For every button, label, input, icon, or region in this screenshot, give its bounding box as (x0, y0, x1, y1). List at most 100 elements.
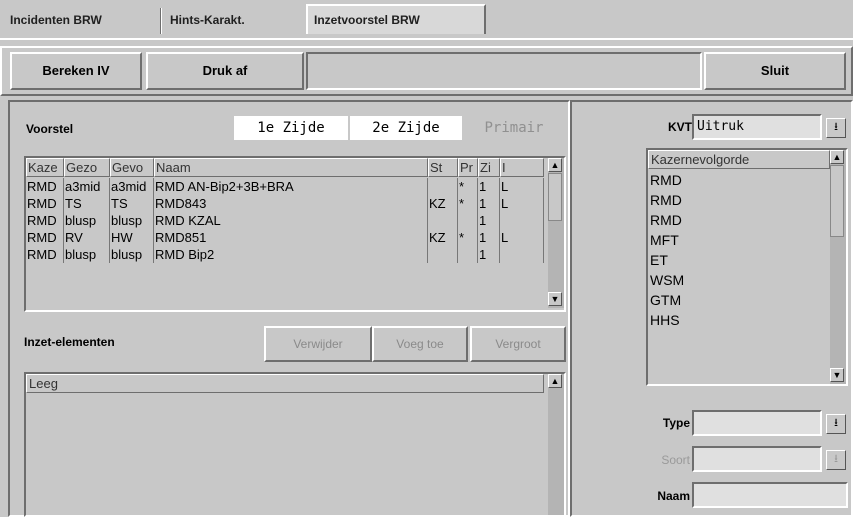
cell-i (500, 246, 544, 263)
cell-kaze: RMD (26, 229, 64, 246)
col-pr[interactable]: Pr (458, 158, 478, 177)
voorstel-title: Voorstel (26, 122, 74, 136)
voorstel-scrollbar[interactable]: ▲ ▼ (548, 158, 564, 308)
type-dropdown-icon[interactable]: ⭳ (826, 414, 846, 434)
naam-field[interactable] (692, 482, 848, 508)
option-2e-zijde[interactable]: 2e Zijde (350, 116, 462, 140)
type-field[interactable] (692, 410, 822, 436)
cell-gevo: a3mid (110, 178, 154, 195)
vergroot-button[interactable]: Vergroot (470, 326, 566, 362)
col-zi[interactable]: Zi (478, 158, 500, 177)
cell-i (500, 212, 544, 229)
list-item[interactable]: RMD (650, 190, 828, 210)
scroll-thumb[interactable] (830, 165, 844, 237)
cell-kaze: RMD (26, 195, 64, 212)
list-item[interactable]: WSM (650, 270, 828, 290)
list-item[interactable]: RMD (650, 170, 828, 190)
cell-i: L (500, 229, 544, 246)
scroll-up-icon[interactable]: ▲ (548, 158, 562, 172)
col-naam[interactable]: Naam (154, 158, 428, 177)
cell-zi: 1 (478, 212, 500, 229)
verwijder-button[interactable]: Verwijder (264, 326, 372, 362)
cell-gevo: HW (110, 229, 154, 246)
cell-kaze: RMD (26, 178, 64, 195)
list-item[interactable]: ET (650, 250, 828, 270)
cell-gevo: blusp (110, 246, 154, 263)
option-primair[interactable]: Primair (466, 116, 562, 140)
tab-incidenten-brw[interactable]: Incidenten BRW (4, 6, 108, 36)
list-item[interactable]: RMD (650, 210, 828, 230)
option-1e-zijde[interactable]: 1e Zijde (234, 116, 348, 140)
list-item[interactable]: MFT (650, 230, 828, 250)
col-gezo[interactable]: Gezo (64, 158, 110, 177)
tab-inzetvoorstel-brw[interactable]: Inzetvoorstel BRW (306, 4, 486, 34)
cell-gevo: TS (110, 195, 154, 212)
tab-hints-karakt[interactable]: Hints-Karakt. (164, 6, 251, 36)
scroll-up-icon[interactable]: ▲ (548, 374, 562, 388)
cell-i: L (500, 195, 544, 212)
cell-gezo: blusp (64, 246, 110, 263)
voorstel-table[interactable]: Kaze Gezo Gevo Naam St Pr Zi I RMD a3mid a… (24, 156, 566, 312)
cell-i: L (500, 178, 544, 195)
toolbar-spacer (306, 52, 702, 90)
voorstel-rows: RMD a3mid a3mid RMD AN-Bip2+3B+BRA * 1 L RMD TS T… (26, 178, 544, 308)
kazerne-scrollbar[interactable]: ▲ ▼ (830, 150, 846, 384)
cell-pr: * (458, 178, 478, 195)
scroll-thumb[interactable] (548, 173, 562, 221)
list-item[interactable]: HHS (650, 310, 828, 330)
kvt-field[interactable]: Uitruk (692, 114, 822, 140)
sluit-button[interactable]: Sluit (704, 52, 846, 90)
bereken-iv-button[interactable]: Bereken IV (10, 52, 142, 90)
kvt-dropdown-icon[interactable]: ⭳ (826, 118, 846, 138)
cell-naam: RMD AN-Bip2+3B+BRA (154, 178, 428, 195)
cell-st (428, 212, 458, 229)
voeg-toe-button[interactable]: Voeg toe (372, 326, 468, 362)
cell-zi: 1 (478, 246, 500, 263)
col-kaze[interactable]: Kaze (26, 158, 64, 177)
cell-st (428, 178, 458, 195)
inzet-scrollbar[interactable]: ▲ (548, 374, 564, 515)
cell-pr: * (458, 229, 478, 246)
cell-pr (458, 246, 478, 263)
table-row[interactable]: RMD blusp blusp RMD Bip2 1 (26, 246, 544, 263)
cell-st (428, 246, 458, 263)
inzet-list[interactable]: Leeg ▲ (24, 372, 566, 517)
cell-st: KZ (428, 229, 458, 246)
scroll-down-icon[interactable]: ▼ (548, 292, 562, 306)
cell-st: KZ (428, 195, 458, 212)
scroll-up-icon[interactable]: ▲ (830, 150, 844, 164)
cell-zi: 1 (478, 195, 500, 212)
kvt-label: KVT (668, 120, 692, 134)
cell-gevo: blusp (110, 212, 154, 229)
soort-label: Soort (661, 453, 690, 467)
table-row[interactable]: RMD RV HW RMD851 KZ * 1 L (26, 229, 544, 246)
cell-kaze: RMD (26, 246, 64, 263)
cell-pr (458, 212, 478, 229)
cell-gezo: a3mid (64, 178, 110, 195)
cell-gezo: blusp (64, 212, 110, 229)
kazernevolgorde-rows: RMD RMD RMD MFT ET WSM GTM HHS (650, 170, 828, 382)
kazernevolgorde-header[interactable]: Kazernevolgorde (648, 150, 830, 169)
inzet-col-leeg[interactable]: Leeg (26, 374, 544, 393)
tab-divider (160, 8, 162, 34)
tab-bar-border (0, 38, 853, 40)
table-row[interactable]: RMD TS TS RMD843 KZ * 1 L (26, 195, 544, 212)
col-st[interactable]: St (428, 158, 458, 177)
cell-gezo: RV (64, 229, 110, 246)
kazernevolgorde-list[interactable]: Kazernevolgorde RMD RMD RMD MFT ET WSM GTM HHS … (646, 148, 848, 386)
druk-af-button[interactable]: Druk af (146, 52, 304, 90)
cell-kaze: RMD (26, 212, 64, 229)
col-i[interactable]: I (500, 158, 544, 177)
inzet-title: Inzet-elementen (24, 335, 115, 349)
list-item[interactable]: GTM (650, 290, 828, 310)
cell-naam: RMD KZAL (154, 212, 428, 229)
type-label: Type (662, 416, 690, 430)
col-gevo[interactable]: Gevo (110, 158, 154, 177)
cell-zi: 1 (478, 229, 500, 246)
scroll-down-icon[interactable]: ▼ (830, 368, 844, 382)
soort-dropdown-icon: ⭳ (826, 450, 846, 470)
cell-pr: * (458, 195, 478, 212)
table-row[interactable]: RMD blusp blusp RMD KZAL 1 (26, 212, 544, 229)
cell-zi: 1 (478, 178, 500, 195)
table-row[interactable]: RMD a3mid a3mid RMD AN-Bip2+3B+BRA * 1 L (26, 178, 544, 195)
